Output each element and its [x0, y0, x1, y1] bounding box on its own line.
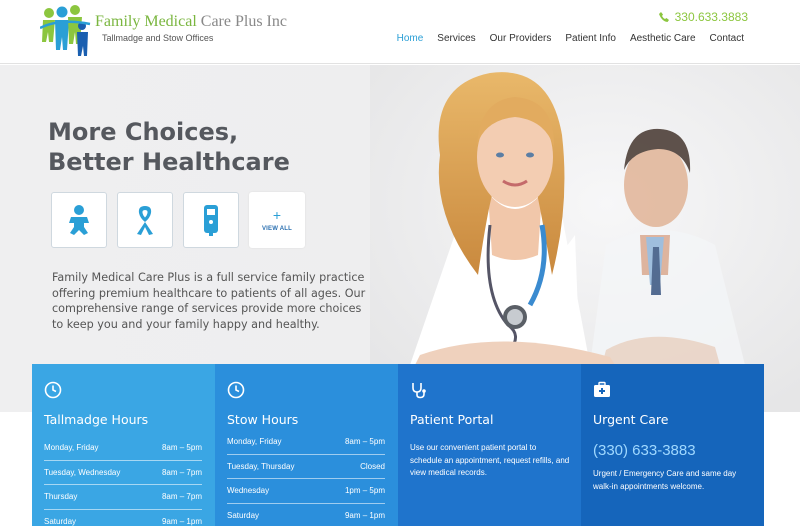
- urgent-care-box: Urgent Care (330) 633-3883 Urgent / Emer…: [581, 364, 764, 526]
- urgent-care-title: Urgent Care: [593, 412, 669, 427]
- hours-time: 8am – 5pm: [344, 437, 385, 447]
- nav-home[interactable]: Home: [397, 33, 424, 44]
- hours-day: Saturday: [227, 511, 260, 521]
- hero-headline-line1: More Choices,: [48, 118, 239, 146]
- hours-row: Monday, Friday 8am – 5pm: [227, 430, 385, 455]
- hours-row: Saturday 9am – 1pm: [227, 504, 385, 526]
- patient-portal-title[interactable]: Patient Portal: [410, 412, 493, 427]
- baby-icon: [69, 205, 89, 235]
- doctors-photo: [370, 65, 800, 412]
- clock-icon: [227, 381, 245, 399]
- nav-aesthetic-care[interactable]: Aesthetic Care: [630, 33, 696, 44]
- stow-hours-title: Stow Hours: [227, 412, 299, 427]
- urgent-care-text: Urgent / Emergency Care and same day wal…: [593, 469, 737, 491]
- hours-row: Tuesday, Wednesday 8am – 7pm: [44, 461, 202, 485]
- service-diabetes-button[interactable]: [183, 192, 239, 248]
- plus-icon: +: [272, 207, 282, 223]
- patient-portal-text: Use our convenient patient portal to sch…: [410, 443, 570, 477]
- hero-section: More Choices, Better Healthcare + VIEW A…: [0, 65, 800, 412]
- phone-icon: [658, 12, 669, 22]
- patient-portal-box[interactable]: Patient Portal Use our convenient patien…: [398, 364, 581, 526]
- hours-time: 8am – 5pm: [161, 443, 202, 453]
- nav-contact[interactable]: Contact: [710, 33, 744, 44]
- hero-headline-line2: Better Healthcare: [48, 148, 290, 176]
- hours-day: Wednesday: [227, 486, 270, 496]
- tallmadge-hours-table: Monday, Friday 8am – 5pm Tuesday, Wednesd…: [44, 436, 202, 526]
- hours-time: 1pm – 5pm: [344, 486, 385, 496]
- hours-time: 9am – 1pm: [344, 511, 385, 521]
- nav-our-providers[interactable]: Our Providers: [490, 33, 552, 44]
- nav-patient-info[interactable]: Patient Info: [565, 33, 616, 44]
- hours-time: Closed: [360, 461, 385, 471]
- brand-name-part2: Care Plus Inc: [200, 13, 287, 30]
- main-nav: Home Services Our Providers Patient Info…: [383, 33, 744, 44]
- hours-day: Saturday: [44, 517, 77, 526]
- hours-day: Monday, Friday: [227, 437, 282, 447]
- tallmadge-hours-title: Tallmadge Hours: [44, 412, 149, 427]
- service-icons: + VIEW ALL: [51, 192, 305, 248]
- hours-row: Thursday 8am – 7pm: [44, 485, 202, 510]
- family-logo-icon[interactable]: [40, 4, 92, 58]
- service-pediatrics-button[interactable]: [51, 192, 107, 248]
- stow-hours-box: Stow Hours Monday, Friday 8am – 5pm Tuesd…: [215, 364, 398, 526]
- stow-hours-table: Monday, Friday 8am – 5pm Tuesday, Thursda…: [227, 430, 385, 526]
- site-header: Family Medical Care Plus Inc Tallmadge a…: [0, 0, 800, 64]
- brand-name[interactable]: Family Medical Care Plus Inc: [95, 13, 287, 31]
- nav-services[interactable]: Services: [437, 33, 475, 44]
- header-phone-number: 330.633.3883: [674, 10, 748, 24]
- brand-name-part1: Family Medical: [95, 13, 197, 30]
- hours-row: Tuesday, Thursday Closed: [227, 455, 385, 479]
- hours-day: Tuesday, Thursday: [227, 461, 295, 471]
- brand-tagline: Tallmadge and Stow Offices: [102, 33, 214, 43]
- awareness-ribbon-icon: [137, 206, 153, 235]
- tallmadge-hours-box: Tallmadge Hours Monday, Friday 8am – 5pm …: [32, 364, 215, 526]
- clock-icon: [44, 381, 62, 399]
- hours-time: 9am – 1pm: [161, 517, 202, 526]
- view-all-services-button[interactable]: + VIEW ALL: [249, 192, 305, 248]
- hours-time: 8am – 7pm: [161, 492, 202, 502]
- hours-day: Thursday: [44, 492, 78, 502]
- info-boxes: Tallmadge Hours Monday, Friday 8am – 5pm …: [32, 364, 764, 526]
- view-all-label: VIEW ALL: [261, 226, 293, 232]
- hours-day: Monday, Friday: [44, 443, 99, 453]
- hours-day: Tuesday, Wednesday: [44, 467, 121, 477]
- hero-headline: More Choices, Better Healthcare: [48, 117, 290, 177]
- header-phone[interactable]: 330.633.3883: [658, 10, 748, 24]
- hours-row: Saturday 9am – 1pm: [44, 510, 202, 526]
- glucose-meter-icon: [204, 205, 218, 236]
- intro-text: Family Medical Care Plus is a full servi…: [52, 271, 366, 331]
- urgent-care-phone[interactable]: (330) 633-3883: [593, 442, 696, 459]
- hours-row: Wednesday 1pm – 5pm: [227, 479, 385, 504]
- hours-time: 8am – 7pm: [161, 467, 202, 477]
- service-cancer-button[interactable]: [117, 192, 173, 248]
- hours-row: Monday, Friday 8am – 5pm: [44, 436, 202, 461]
- stethoscope-icon: [412, 383, 426, 399]
- medical-kit-icon: [594, 381, 610, 397]
